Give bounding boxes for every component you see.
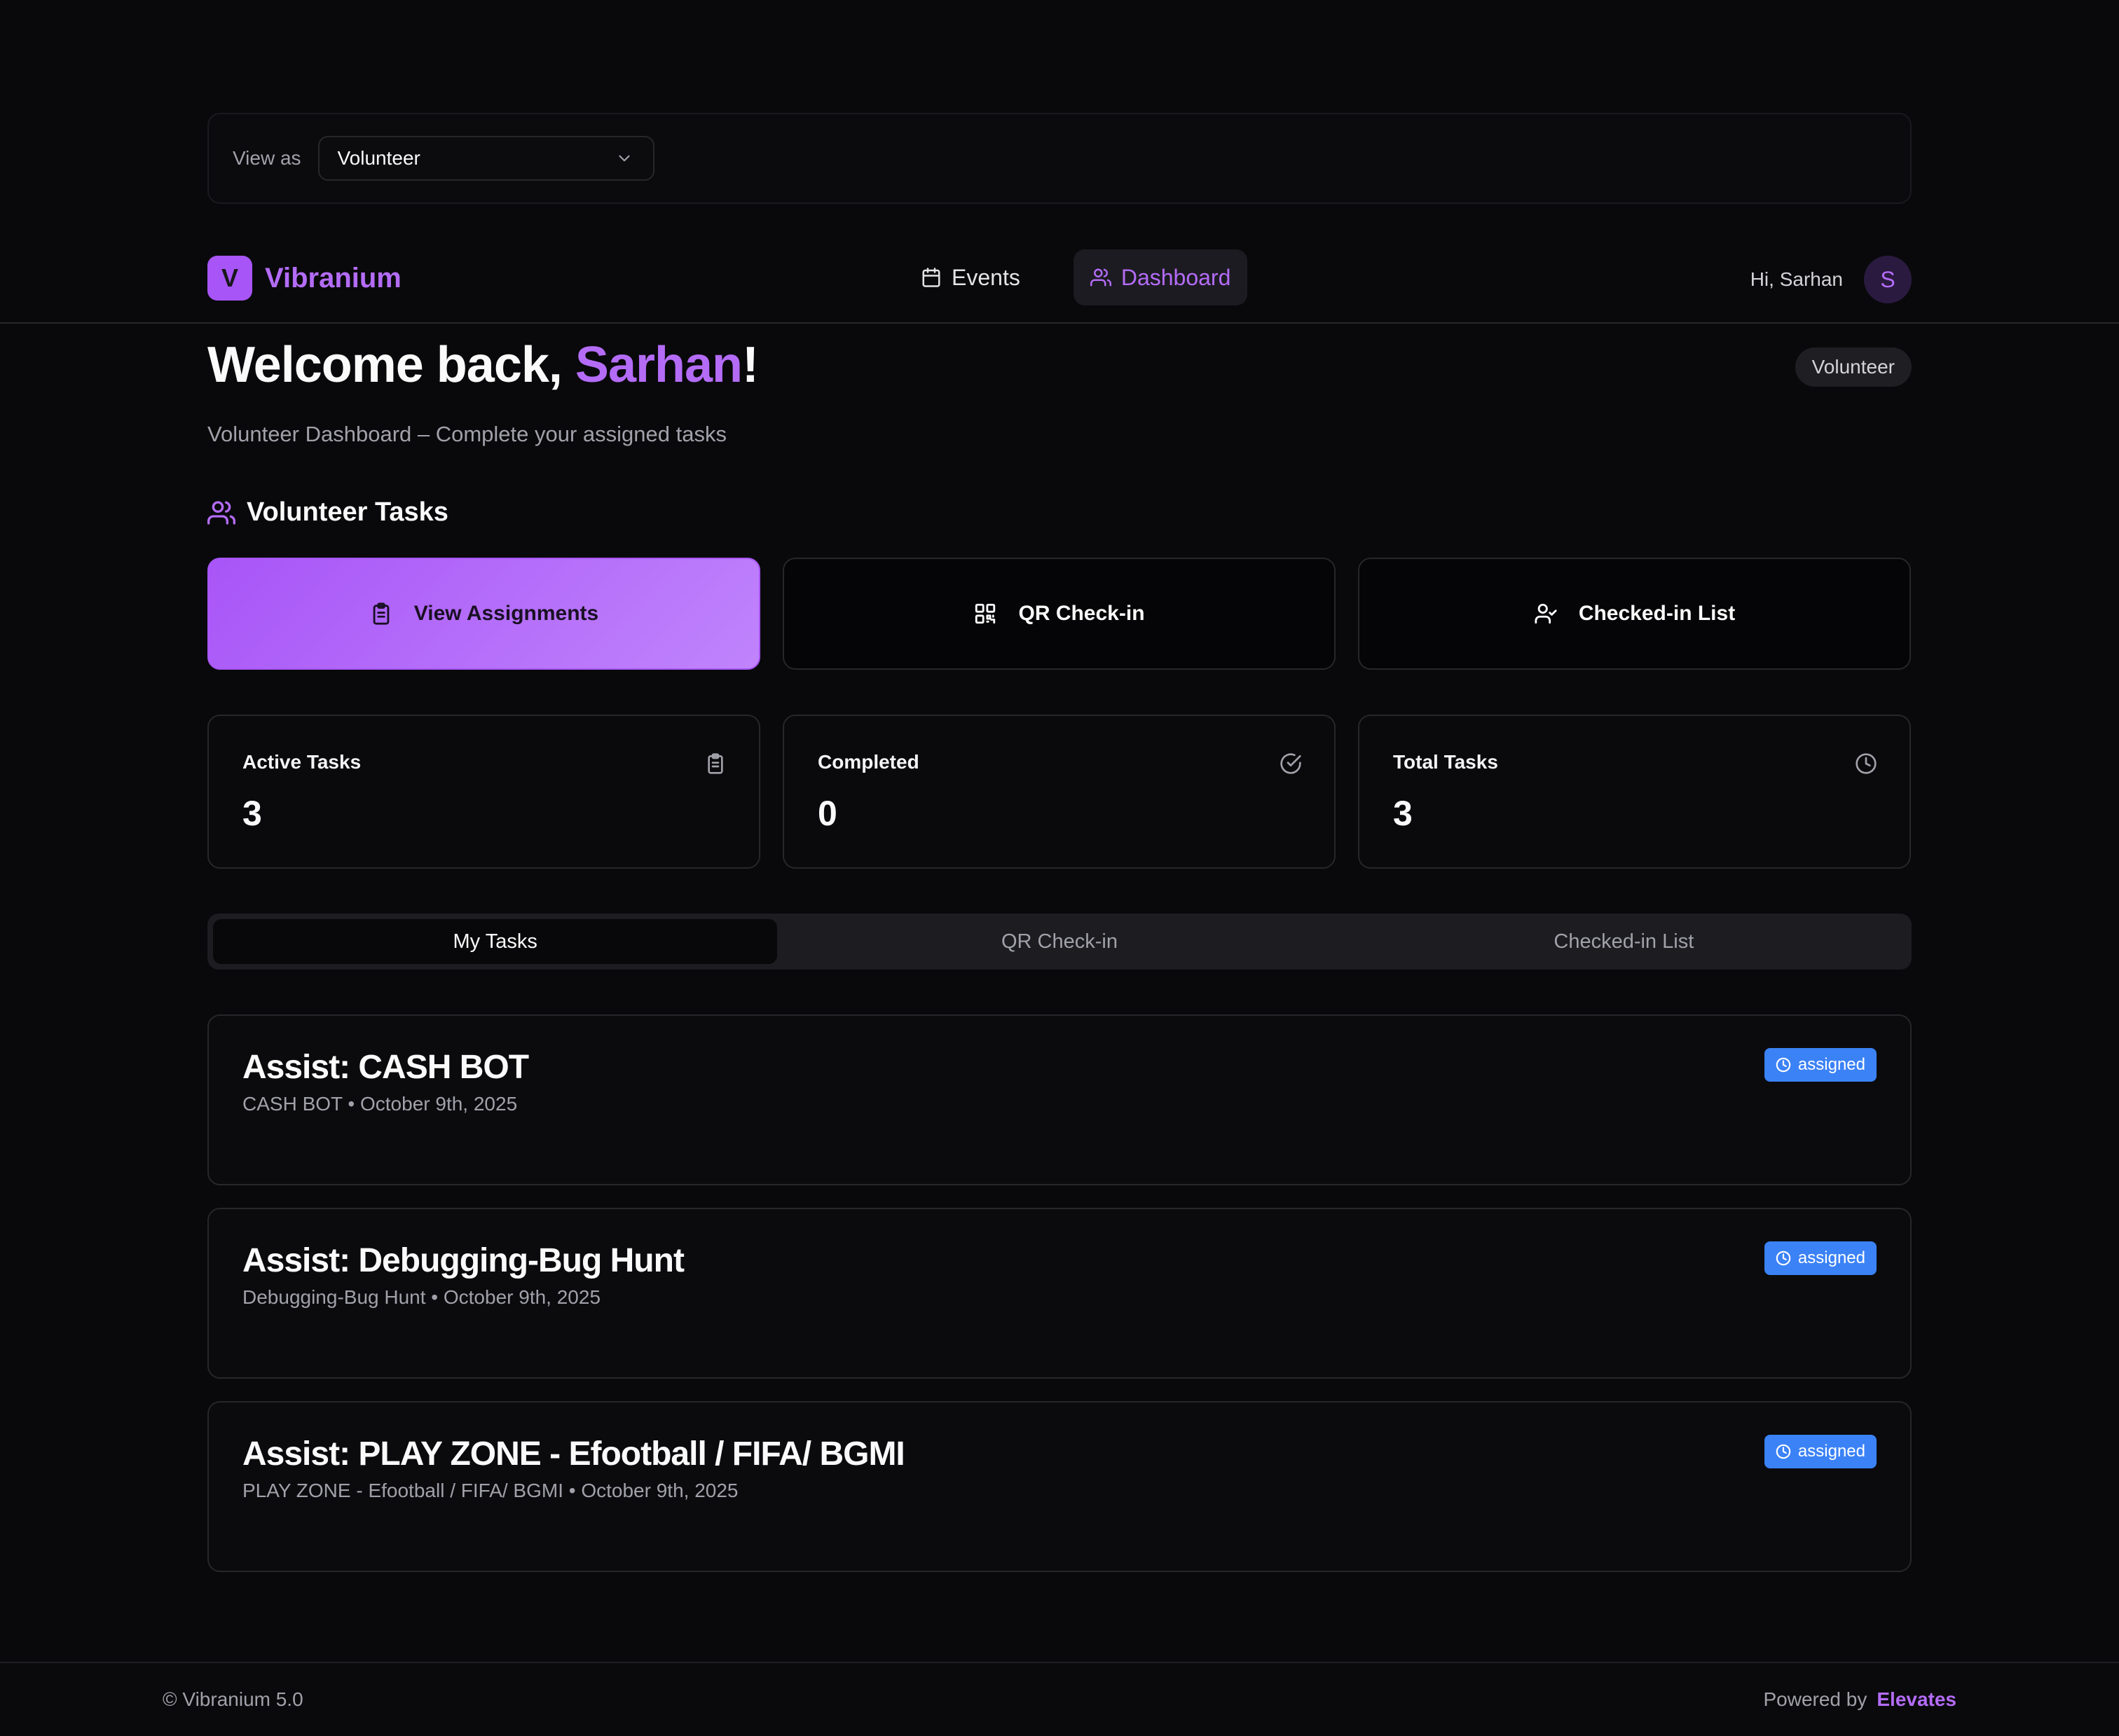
stat-value: 0 bbox=[818, 794, 837, 833]
view-assignments-label: View Assignments bbox=[413, 602, 599, 625]
role-badge: Volunteer bbox=[1795, 347, 1912, 387]
user-greeting: Hi, Sarhan bbox=[1750, 268, 1843, 290]
view-as-label: View as bbox=[233, 147, 301, 169]
stat-value: 3 bbox=[242, 794, 262, 833]
qr-check-in-label: QR Check-in bbox=[1018, 602, 1145, 625]
status-text: assigned bbox=[1797, 1442, 1865, 1461]
nav-dashboard-label: Dashboard bbox=[1120, 264, 1231, 290]
nav-events-label: Events bbox=[952, 264, 1020, 290]
status-badge: assigned bbox=[1764, 1435, 1877, 1468]
tab-checked-in-list[interactable]: Checked-in List bbox=[1342, 919, 1906, 964]
users-icon bbox=[207, 500, 235, 525]
nav-events[interactable]: Events bbox=[904, 249, 1037, 305]
welcome-name: Sarhan bbox=[575, 337, 743, 393]
status-badge: assigned bbox=[1764, 1241, 1877, 1275]
user-check-icon bbox=[1535, 603, 1557, 624]
page-title: Welcome back, Sarhan! bbox=[207, 336, 759, 394]
task-subtitle: CASH BOT • October 9th, 2025 bbox=[242, 1093, 518, 1115]
welcome-prefix: Welcome back, bbox=[207, 337, 575, 393]
task-card[interactable]: Assist: PLAY ZONE - Efootball / FIFA/ BG… bbox=[207, 1401, 1912, 1572]
powered-by: Powered by Elevates bbox=[1763, 1688, 1956, 1711]
avatar[interactable]: S bbox=[1864, 256, 1912, 303]
checked-in-list-label: Checked-in List bbox=[1578, 602, 1736, 625]
qr-code-icon bbox=[975, 603, 996, 624]
calendar-icon bbox=[922, 268, 940, 287]
powered-by-label: Powered by bbox=[1763, 1688, 1867, 1710]
clipboard-icon bbox=[708, 753, 723, 774]
stat-label: Active Tasks bbox=[242, 751, 362, 773]
task-title: Assist: Debugging-Bug Hunt bbox=[242, 1242, 685, 1279]
clipboard-icon bbox=[373, 602, 390, 625]
check-circle-icon bbox=[1280, 753, 1301, 774]
clock-icon bbox=[1856, 753, 1877, 774]
stat-total-tasks: Total Tasks 3 bbox=[1358, 715, 1911, 869]
task-subtitle: Debugging-Bug Hunt • October 9th, 2025 bbox=[242, 1286, 601, 1308]
logo-badge: V bbox=[207, 256, 252, 301]
tab-qr-check-in[interactable]: QR Check-in bbox=[777, 919, 1341, 964]
top-nav: V Vibranium Events Dashboard Hi, Sarhan … bbox=[0, 238, 2119, 324]
task-title: Assist: CASH BOT bbox=[242, 1049, 529, 1086]
checked-in-list-button[interactable]: Checked-in List bbox=[1358, 558, 1911, 670]
section-title: Volunteer Tasks bbox=[207, 497, 448, 528]
tab-my-tasks[interactable]: My Tasks bbox=[213, 919, 778, 964]
stat-label: Total Tasks bbox=[1393, 751, 1498, 773]
task-tabs: My Tasks QR Check-in Checked-in List bbox=[207, 914, 1912, 970]
view-as-select[interactable]: Volunteer bbox=[317, 136, 654, 181]
page-subtitle: Volunteer Dashboard – Complete your assi… bbox=[207, 422, 727, 446]
powered-by-brand[interactable]: Elevates bbox=[1877, 1688, 1956, 1710]
stat-active-tasks: Active Tasks 3 bbox=[207, 715, 760, 869]
status-badge: assigned bbox=[1764, 1048, 1877, 1082]
status-text: assigned bbox=[1797, 1055, 1865, 1074]
stat-cards: Active Tasks 3 Completed 0 Total Tasks 3 bbox=[207, 715, 1911, 869]
copyright: © Vibranium 5.0 bbox=[163, 1688, 303, 1710]
logo-text: Vibranium bbox=[265, 262, 402, 294]
nav-dashboard[interactable]: Dashboard bbox=[1073, 249, 1248, 305]
welcome-suffix: ! bbox=[742, 337, 759, 393]
clock-icon bbox=[1776, 1057, 1791, 1073]
users-icon bbox=[1090, 268, 1111, 287]
stat-label: Completed bbox=[818, 751, 919, 773]
view-as-bar: View as Volunteer bbox=[207, 113, 1912, 204]
status-text: assigned bbox=[1797, 1248, 1865, 1267]
clock-icon bbox=[1776, 1444, 1791, 1459]
logo[interactable]: V Vibranium bbox=[207, 256, 402, 301]
user-menu[interactable]: Hi, Sarhan S bbox=[1750, 256, 1912, 303]
footer: © Vibranium 5.0 Powered by Elevates bbox=[0, 1662, 2119, 1736]
task-card[interactable]: Assist: Debugging-Bug Hunt Debugging-Bug… bbox=[207, 1208, 1912, 1379]
task-title: Assist: PLAY ZONE - Efootball / FIFA/ BG… bbox=[242, 1435, 905, 1473]
qr-check-in-button[interactable]: QR Check-in bbox=[783, 558, 1336, 670]
action-cards: View Assignments QR Check-in Checked-in … bbox=[207, 558, 1911, 670]
task-subtitle: PLAY ZONE - Efootball / FIFA/ BGMI • Oct… bbox=[242, 1480, 739, 1501]
view-as-selected: Volunteer bbox=[337, 147, 420, 169]
clock-icon bbox=[1776, 1251, 1791, 1266]
page: View as Volunteer V Vibranium Events Das… bbox=[0, 0, 2119, 1736]
main-nav: Events Dashboard bbox=[904, 249, 1248, 305]
chevron-down-icon bbox=[618, 155, 630, 162]
stat-completed: Completed 0 bbox=[783, 715, 1336, 869]
view-assignments-button[interactable]: View Assignments bbox=[207, 558, 760, 670]
section-title-text: Volunteer Tasks bbox=[247, 497, 448, 527]
task-card[interactable]: Assist: CASH BOT CASH BOT • October 9th,… bbox=[207, 1014, 1912, 1185]
stat-value: 3 bbox=[1393, 794, 1413, 833]
